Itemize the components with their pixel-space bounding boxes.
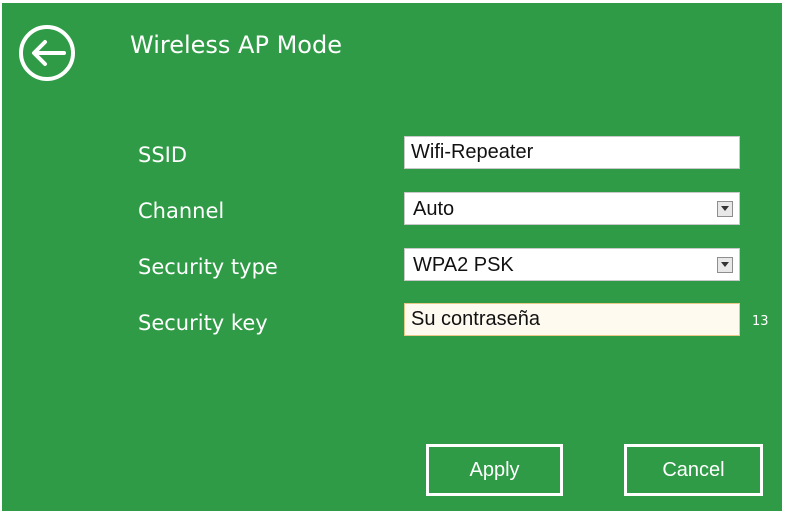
security-type-label: Security type [138,255,278,279]
channel-select[interactable]: Auto [404,192,740,225]
channel-selected-value: Auto [413,198,455,220]
chevron-down-icon [721,206,729,211]
wireless-ap-mode-panel: Wireless AP Mode SSID Channel Auto Secur… [2,3,782,511]
security-type-select[interactable]: WPA2 PSK [404,248,740,281]
ssid-label: SSID [138,143,188,167]
page-title: Wireless AP Mode [130,31,342,59]
back-arrow-circle-icon [19,25,75,81]
channel-dropdown-button[interactable] [717,201,733,217]
security-key-character-count: 13 [752,314,769,329]
security-key-input[interactable] [404,303,740,336]
ssid-input[interactable] [404,136,740,169]
security-key-label: Security key [138,311,268,335]
security-type-selected-value: WPA2 PSK [413,254,514,276]
apply-button[interactable]: Apply [426,444,563,496]
chevron-down-icon [721,262,729,267]
channel-label: Channel [138,199,225,223]
back-button[interactable] [14,24,84,86]
security-type-dropdown-button[interactable] [717,257,733,273]
cancel-button[interactable]: Cancel [624,444,763,496]
